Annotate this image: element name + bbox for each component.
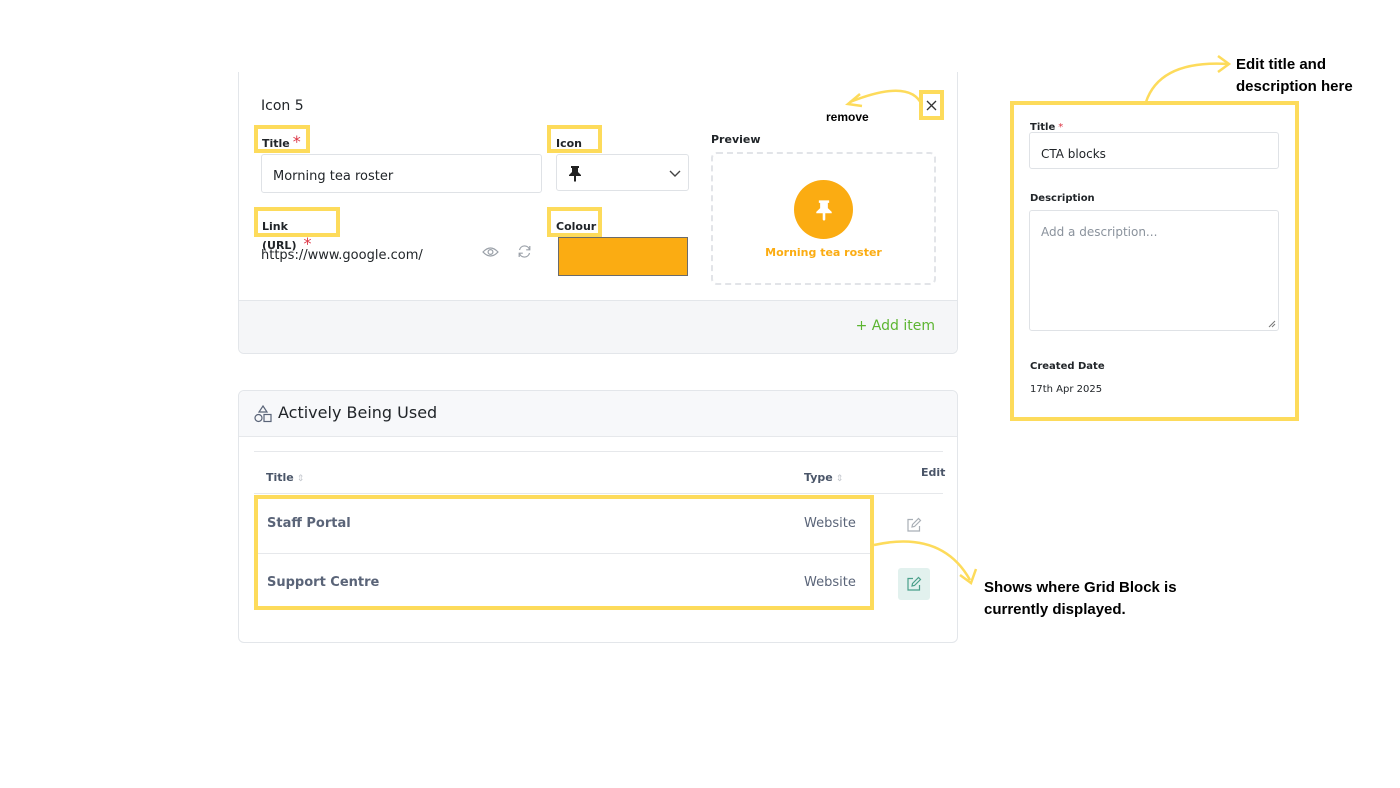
pushpin-icon (569, 166, 581, 182)
arrow-to-remove-icon (845, 89, 924, 108)
colour-label: Colour (556, 220, 597, 233)
refresh-icon[interactable] (517, 244, 532, 259)
row-type: Website (804, 575, 856, 590)
title-label: Title (262, 137, 290, 150)
preview-label: Preview (711, 133, 761, 146)
title-input-value: Morning tea roster (273, 169, 394, 184)
icon-label-highlight: Icon (547, 125, 602, 153)
column-header-edit: Edit (921, 466, 946, 479)
column-header-type[interactable]: Type ⇕ (804, 466, 843, 485)
table-top-rule (254, 451, 943, 452)
description-placeholder: Add a description... (1041, 225, 1158, 239)
row-type: Website (804, 516, 856, 531)
edit-title-annotation: Edit title and description here (1236, 56, 1353, 95)
link-label-highlight: Link (URL) * (254, 207, 340, 253)
preview-title: Morning tea roster (765, 246, 882, 259)
link-input[interactable]: https://www.google.com/ (261, 244, 541, 264)
colour-label-highlight: Colour (547, 207, 602, 237)
description-label: Description (1030, 193, 1095, 204)
sort-icon: ⇕ (835, 474, 844, 484)
add-item-button[interactable]: + Add item (856, 318, 935, 334)
chevron-down-icon (669, 170, 681, 177)
details-title-value: CTA blocks (1041, 147, 1106, 161)
title-input[interactable]: Morning tea roster (261, 154, 542, 193)
eye-icon[interactable] (482, 246, 499, 258)
preview-box: Morning tea roster (711, 152, 936, 285)
colour-swatch[interactable] (558, 237, 688, 276)
details-panel: Title * CTA blocks Description Add a desc… (1010, 101, 1299, 421)
details-title-input[interactable]: CTA blocks (1029, 132, 1279, 169)
row-title: Support Centre (267, 575, 380, 590)
required-mark: * (292, 132, 301, 151)
created-date-label: Created Date (1030, 361, 1105, 372)
card-footer: + Add item (239, 300, 957, 353)
link-input-value: https://www.google.com/ (261, 248, 423, 263)
resize-handle-icon[interactable] (1268, 320, 1276, 328)
icon-label: Icon (556, 137, 583, 150)
actively-used-title: Actively Being Used (278, 403, 438, 422)
table-row[interactable]: Support Centre Website (258, 554, 943, 608)
shapes-icon (254, 405, 272, 423)
created-date-value: 17th Apr 2025 (1030, 384, 1103, 395)
arrow-to-details-icon (1144, 54, 1232, 103)
edit-icon (907, 517, 922, 532)
title-label-highlight: Title * (254, 125, 310, 153)
column-header-title[interactable]: Title ⇕ (266, 466, 304, 485)
table-row[interactable]: Staff Portal Website (258, 499, 943, 553)
pushpin-icon (815, 199, 832, 221)
actively-used-header: Actively Being Used (239, 391, 957, 437)
description-textarea[interactable]: Add a description... (1029, 210, 1279, 331)
arrow-to-rows-icon (873, 540, 978, 585)
preview-icon-circle (794, 180, 853, 239)
header-rule (254, 493, 943, 494)
actively-used-card: Actively Being Used Title ⇕ Type ⇕ Edit St… (238, 390, 958, 643)
icon-select[interactable] (556, 154, 689, 191)
shows-where-annotation: Shows where Grid Block is currently disp… (984, 579, 1177, 618)
sort-icon: ⇕ (296, 474, 305, 484)
row-title: Staff Portal (267, 516, 351, 531)
item-heading: Icon 5 (261, 98, 304, 114)
